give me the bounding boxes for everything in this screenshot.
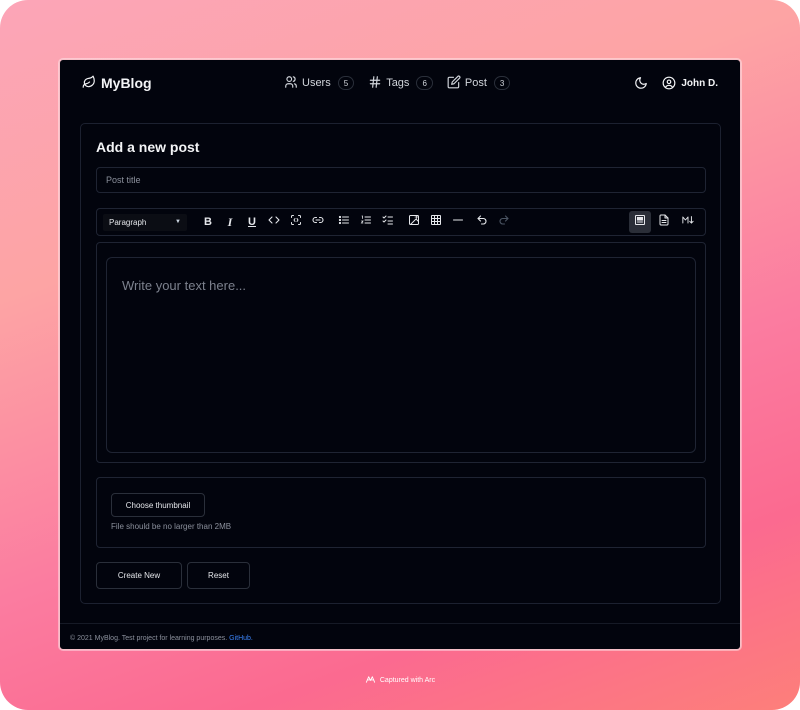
link-icon xyxy=(312,213,324,231)
code-block-button[interactable] xyxy=(285,211,307,233)
capture-note: Captured with Arc xyxy=(379,677,436,684)
editor-container: Write your text here... xyxy=(96,242,706,463)
table-icon xyxy=(430,213,442,231)
redo-icon xyxy=(498,213,510,231)
nav-label: Post xyxy=(464,77,487,89)
post-body-editor[interactable]: Write your text here... xyxy=(106,257,696,453)
nav-label: Tags xyxy=(386,77,410,89)
footer-divider xyxy=(60,623,740,624)
editor-placeholder: Write your text here... xyxy=(122,278,247,293)
underline-icon: U xyxy=(248,216,256,228)
choose-thumbnail-button[interactable]: Choose thumbnail xyxy=(111,493,205,517)
user-menu[interactable]: John D. xyxy=(662,76,718,90)
main-nav: Users 5 Tags 6 Post 3 xyxy=(284,60,511,106)
app-window: MyBlog Users 5 Tags 6 Post 3 John D. Add… xyxy=(59,59,741,650)
editor-toolbar: Paragraph ▼ B I U xyxy=(96,208,706,236)
block-type-value: Paragraph xyxy=(109,217,147,227)
top-navbar: MyBlog Users 5 Tags 6 Post 3 John D. xyxy=(60,60,740,106)
image-icon xyxy=(408,213,420,231)
horizontal-rule-icon xyxy=(452,213,464,231)
nav-item-tags[interactable]: Tags 6 xyxy=(368,75,433,92)
footer-text: © 2021 MyBlog. Test project for learning… xyxy=(70,635,228,642)
code-button[interactable] xyxy=(263,211,285,233)
markdown-mode-button[interactable] xyxy=(677,211,699,233)
nav-item-post[interactable]: Post 3 xyxy=(447,75,511,92)
ordered-list-button[interactable] xyxy=(355,211,377,233)
count-badge: 3 xyxy=(493,76,511,90)
reset-button[interactable]: Reset xyxy=(187,562,250,589)
italic-button[interactable]: I xyxy=(219,211,241,233)
screenshot-frame: MyBlog Users 5 Tags 6 Post 3 John D. Add… xyxy=(0,0,800,710)
leaf-icon xyxy=(82,75,96,92)
bullet-list-icon xyxy=(338,213,350,231)
thumbnail-section: Choose thumbnail File should be no large… xyxy=(96,477,706,548)
undo-icon xyxy=(476,213,488,231)
new-post-card: Add a new post Paragraph ▼ B I U xyxy=(80,123,721,604)
users-icon xyxy=(284,75,298,92)
edit-icon xyxy=(447,75,461,92)
ordered-list-icon xyxy=(360,213,372,231)
count-badge: 6 xyxy=(416,76,433,90)
thumbnail-hint: File should be no larger than 2MB xyxy=(111,522,232,531)
code-block-icon xyxy=(290,213,302,231)
undo-button[interactable] xyxy=(471,211,493,233)
brand-logo[interactable]: MyBlog xyxy=(82,75,152,92)
image-button[interactable] xyxy=(403,211,425,233)
bold-icon: B xyxy=(204,216,212,228)
table-button[interactable] xyxy=(425,211,447,233)
user-name: John D. xyxy=(681,77,718,89)
wysiwyg-mode-button[interactable] xyxy=(629,211,651,233)
arc-logo-icon xyxy=(365,674,376,687)
footer: © 2021 MyBlog. Test project for learning… xyxy=(70,635,253,642)
source-mode-button[interactable] xyxy=(653,211,675,233)
document-icon xyxy=(658,213,670,231)
capture-watermark: Captured with Arc xyxy=(0,674,800,687)
create-new-button[interactable]: Create New xyxy=(96,562,182,589)
page-title: Add a new post xyxy=(96,139,200,155)
view-mode-group xyxy=(629,211,699,233)
count-badge: 5 xyxy=(337,76,355,90)
user-circle-icon xyxy=(662,76,676,90)
block-type-select[interactable]: Paragraph ▼ xyxy=(103,213,187,231)
markdown-icon xyxy=(682,213,694,231)
code-icon xyxy=(268,213,280,231)
post-title-input[interactable] xyxy=(96,167,706,193)
horizontal-rule-button[interactable] xyxy=(447,211,469,233)
task-list-icon xyxy=(382,213,394,231)
bold-button[interactable]: B xyxy=(197,211,219,233)
link-button[interactable] xyxy=(307,211,329,233)
bullet-list-button[interactable] xyxy=(333,211,355,233)
nav-label: Users xyxy=(302,77,331,89)
task-list-button[interactable] xyxy=(377,211,399,233)
italic-icon: I xyxy=(227,214,233,229)
redo-button[interactable] xyxy=(493,211,515,233)
wysiwyg-icon xyxy=(634,213,646,231)
github-link[interactable]: GitHub. xyxy=(229,635,253,642)
caret-down-icon: ▼ xyxy=(175,219,181,225)
nav-item-users[interactable]: Users 5 xyxy=(284,75,355,92)
header-right-tools: John D. xyxy=(634,60,718,106)
brand-name: MyBlog xyxy=(101,75,152,91)
underline-button[interactable]: U xyxy=(241,211,263,233)
moon-icon[interactable] xyxy=(634,76,648,90)
hash-icon xyxy=(368,75,382,92)
